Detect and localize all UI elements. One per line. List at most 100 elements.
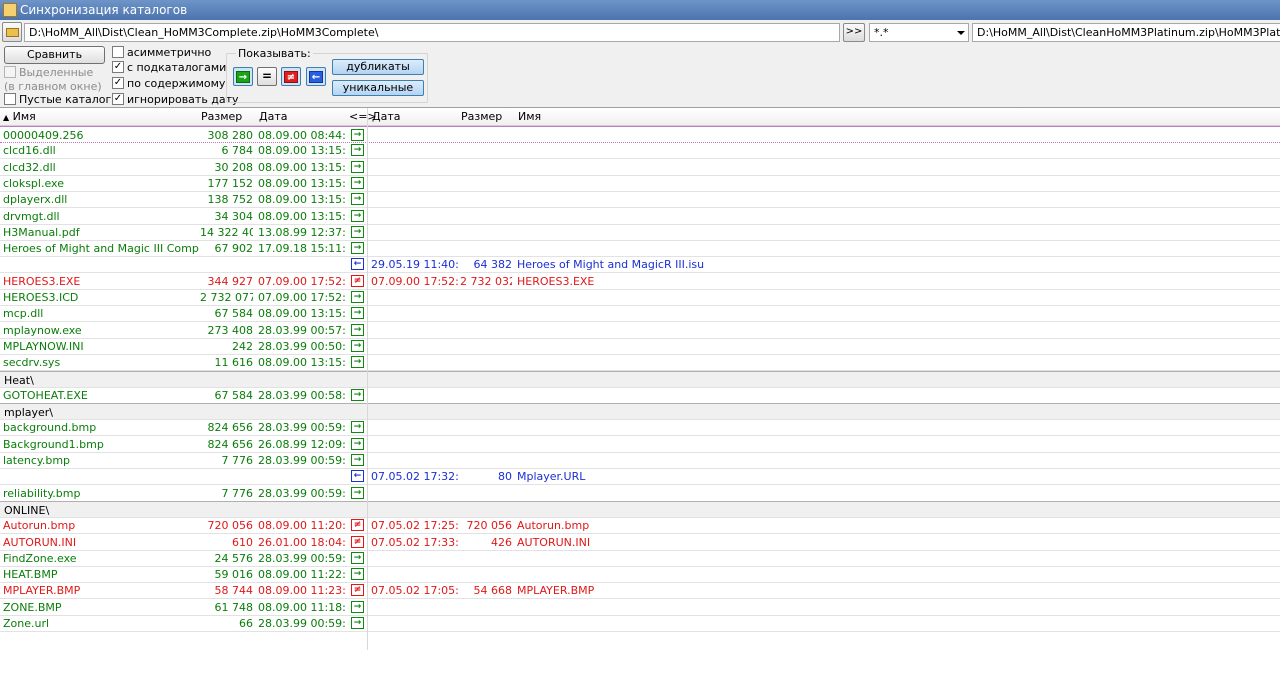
file-row[interactable]: FindZone.exe 24 576 28.03.99 00:59:02 → [0, 550, 1280, 567]
copy-right-arrow-icon[interactable]: → [351, 551, 364, 564]
copy-right-arrow-icon[interactable]: → [351, 600, 364, 613]
check-icon[interactable]: ✓ [112, 93, 124, 105]
sync-action-cell[interactable]: ≠ [350, 534, 366, 550]
directory-row[interactable]: Heat\ [0, 370, 1280, 388]
file-row[interactable]: HEAT.BMP 59 016 08.09.00 11:22:22 → [0, 566, 1280, 584]
sync-action-cell[interactable]: → [350, 452, 366, 468]
file-mask-combo[interactable]: *.* [869, 23, 969, 42]
file-row[interactable]: Heroes of Might and Magic III Complete.i… [0, 240, 1280, 258]
file-row[interactable]: drvmgt.dll 34 304 08.09.00 13:15:04 → [0, 208, 1280, 225]
duplicates-button[interactable]: дубликаты [332, 59, 424, 75]
copy-right-arrow-icon[interactable]: → [351, 291, 364, 303]
asymmetric-checkbox[interactable]: асимметрично [112, 46, 211, 60]
not-equal-icon[interactable]: ≠ [351, 519, 364, 532]
sync-action-cell[interactable]: → [350, 127, 366, 143]
file-row[interactable]: reliability.bmp 7 776 28.03.99 00:59:02 → [0, 485, 1280, 502]
sync-action-cell[interactable]: → [350, 175, 366, 191]
copy-right-arrow-icon[interactable]: → [351, 225, 364, 238]
copy-right-arrow-icon[interactable]: → [351, 339, 364, 352]
copy-left-arrow-icon[interactable]: ← [351, 470, 364, 483]
sync-action-cell[interactable]: → [350, 142, 366, 158]
sync-action-cell[interactable]: → [350, 599, 366, 615]
copy-right-arrow-icon[interactable]: → [351, 568, 364, 581]
sync-action-cell[interactable]: → [350, 436, 366, 452]
file-row[interactable]: MPLAYNOW.INI 242 28.03.99 00:50:42 → [0, 338, 1280, 355]
sync-action-cell[interactable]: → [350, 305, 366, 321]
chevron-down-icon[interactable] [957, 31, 965, 35]
right-size-header[interactable]: Размер [461, 110, 502, 123]
sync-action-cell[interactable]: → [350, 615, 366, 631]
sync-action-cell[interactable]: → [350, 224, 366, 240]
sync-action-cell[interactable]: → [350, 419, 366, 435]
browse-folder-icon[interactable] [2, 22, 22, 42]
copy-right-arrow-icon[interactable]: → [351, 242, 364, 255]
sync-action-cell[interactable]: → [350, 191, 366, 207]
file-row[interactable]: HEROES3.EXE 344 927 07.09.00 17:52:10 07.09… [0, 273, 1280, 290]
subdirs-checkbox[interactable]: ✓ с подкаталогами [112, 61, 226, 75]
file-row[interactable]: 07.05.02 17:32:28 80 Mplayer.URL ← [0, 468, 1280, 486]
file-row[interactable]: background.bmp 824 656 28.03.99 00:59:02 → [0, 419, 1280, 437]
sync-action-cell[interactable]: → [350, 159, 366, 175]
copy-right-arrow-icon[interactable]: → [351, 129, 364, 141]
right-date-header[interactable]: Дата [372, 110, 400, 123]
copy-left-arrow-icon[interactable]: ← [351, 258, 364, 271]
file-row[interactable]: 00000409.256 308 280 08.09.00 08:44:22 → [0, 126, 1280, 143]
sync-action-cell[interactable]: → [350, 485, 366, 501]
file-row[interactable]: ZONE.BMP 61 748 08.09.00 11:18:38 → [0, 599, 1280, 616]
copy-right-arrow-icon[interactable]: → [351, 144, 364, 157]
check-icon[interactable]: ✓ [112, 61, 124, 73]
not-equal-icon[interactable]: ≠ [351, 274, 364, 287]
left-name-header[interactable]: ▲ Имя [3, 110, 36, 123]
sync-action-cell[interactable]: ≠ [350, 273, 366, 289]
unique-button[interactable]: уникальные [332, 80, 424, 96]
file-row[interactable]: HEROES3.ICD 2 732 077 07.09.00 17:52:10 → [0, 289, 1280, 306]
copy-right-arrow-icon[interactable]: → [351, 617, 364, 629]
file-row[interactable]: mplaynow.exe 273 408 28.03.99 00:57:16 → [0, 322, 1280, 339]
by-content-checkbox[interactable]: ✓ по содержимому [112, 77, 225, 91]
file-row[interactable]: clcd16.dll 6 784 08.09.00 13:15:10 → [0, 142, 1280, 160]
copy-right-arrow-icon[interactable]: → [351, 160, 364, 173]
show-equal-button[interactable]: = [257, 67, 277, 86]
file-row[interactable]: Autorun.bmp 720 056 08.09.00 11:20:18 07.05… [0, 517, 1280, 535]
copy-right-arrow-icon[interactable]: → [351, 486, 364, 499]
check-icon[interactable]: ✓ [112, 77, 124, 89]
empty-dirs-checkbox[interactable]: Пустые каталоги [4, 93, 118, 107]
not-equal-icon[interactable]: ≠ [351, 535, 364, 548]
file-row[interactable]: 29.05.19 11:40:58 64 382 Heroes of Might a… [0, 256, 1280, 274]
comparison-grid[interactable]: ▲ Имя Размер Дата <=> Дата Размер Имя 00… [0, 107, 1280, 689]
selected-checkbox[interactable]: Выделенные [4, 66, 93, 80]
copy-right-arrow-icon[interactable]: → [351, 421, 364, 434]
sync-action-cell[interactable]: → [350, 289, 366, 305]
copy-right-arrow-icon[interactable]: → [351, 209, 364, 222]
sync-action-cell[interactable]: → [350, 322, 366, 338]
copy-right-arrow-icon[interactable]: → [351, 307, 364, 320]
show-right-to-left-button[interactable]: ← [306, 67, 326, 86]
ignore-date-checkbox[interactable]: ✓ игнорировать дату [112, 93, 239, 107]
copy-right-arrow-icon[interactable]: → [351, 437, 364, 450]
file-row[interactable]: latency.bmp 7 776 28.03.99 00:59:02 → [0, 452, 1280, 469]
copy-path-button[interactable]: >> [843, 23, 865, 42]
file-row[interactable]: secdrv.sys 11 616 08.09.00 13:15:06 → [0, 354, 1280, 372]
empty-dirs-checkbox-box[interactable] [4, 93, 16, 105]
file-row[interactable]: mcp.dll 67 584 08.09.00 13:15:10 → [0, 305, 1280, 323]
not-equal-icon[interactable]: ≠ [351, 584, 364, 597]
sync-action-cell[interactable]: → [350, 240, 366, 256]
file-row[interactable]: H3Manual.pdf 14 322 402 13.08.99 12:37:38 → [0, 224, 1280, 241]
file-row[interactable]: clcd32.dll 30 208 08.09.00 13:15:10 → [0, 159, 1280, 176]
copy-right-arrow-icon[interactable]: → [351, 356, 364, 369]
left-path-field[interactable]: D:\HoMM_All\Dist\Clean_HoMM3Complete.zip… [24, 23, 840, 42]
sync-action-cell[interactable]: ← [350, 256, 366, 272]
sync-action-cell[interactable]: ← [350, 468, 366, 484]
sync-action-cell[interactable]: → [350, 354, 366, 370]
compare-button[interactable]: Сравнить [4, 46, 105, 64]
right-path-field[interactable]: D:\HoMM_All\Dist\CleanHoMM3Platinum.zip\… [972, 23, 1280, 42]
show-different-button[interactable]: ≠ [281, 67, 301, 86]
copy-right-arrow-icon[interactable]: → [351, 388, 364, 401]
copy-right-arrow-icon[interactable]: → [351, 176, 364, 189]
copy-right-arrow-icon[interactable]: → [351, 323, 364, 336]
copy-right-arrow-icon[interactable]: → [351, 193, 364, 206]
file-row[interactable]: clokspl.exe 177 152 08.09.00 13:15:10 → [0, 175, 1280, 192]
sync-action-cell[interactable]: ≠ [350, 517, 366, 533]
directory-row[interactable]: ONLINE\ [0, 500, 1280, 518]
sync-action-cell[interactable]: → [350, 387, 366, 403]
